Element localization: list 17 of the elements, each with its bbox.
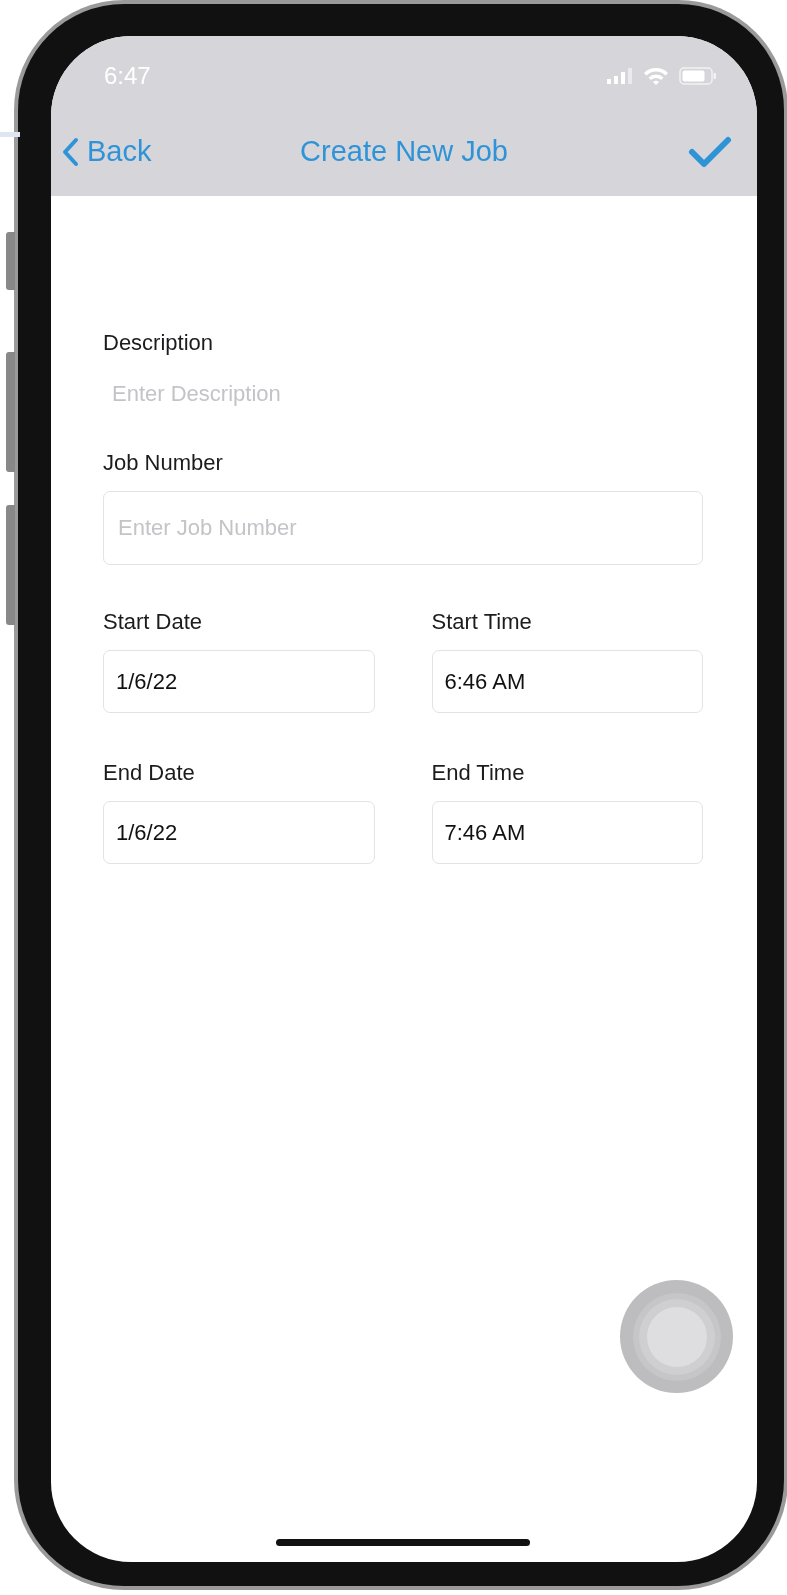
checkmark-icon[interactable]: [688, 135, 732, 169]
chevron-icon: [61, 137, 79, 167]
input-field[interactable]: 1/6/22: [103, 650, 375, 713]
signal-icon: [607, 68, 633, 84]
input-field[interactable]: Enter Job Number: [103, 491, 703, 565]
input-field[interactable]: 7:46 AM: [431, 801, 703, 864]
field-label: End Date: [103, 759, 195, 787]
screen-title: Create New Job: [300, 135, 508, 168]
field-label: Start Date: [103, 608, 203, 636]
field-label: Description: [103, 329, 214, 357]
wifi-icon: [643, 66, 669, 86]
input-field[interactable]: 6:46 AM: [431, 650, 703, 713]
battery-icon: [679, 67, 717, 85]
input-field[interactable]: 1/6/22: [103, 801, 375, 864]
field-label: Job Number: [103, 449, 223, 477]
field-label: Start Time: [431, 608, 532, 636]
field-label: End Time: [431, 759, 525, 787]
